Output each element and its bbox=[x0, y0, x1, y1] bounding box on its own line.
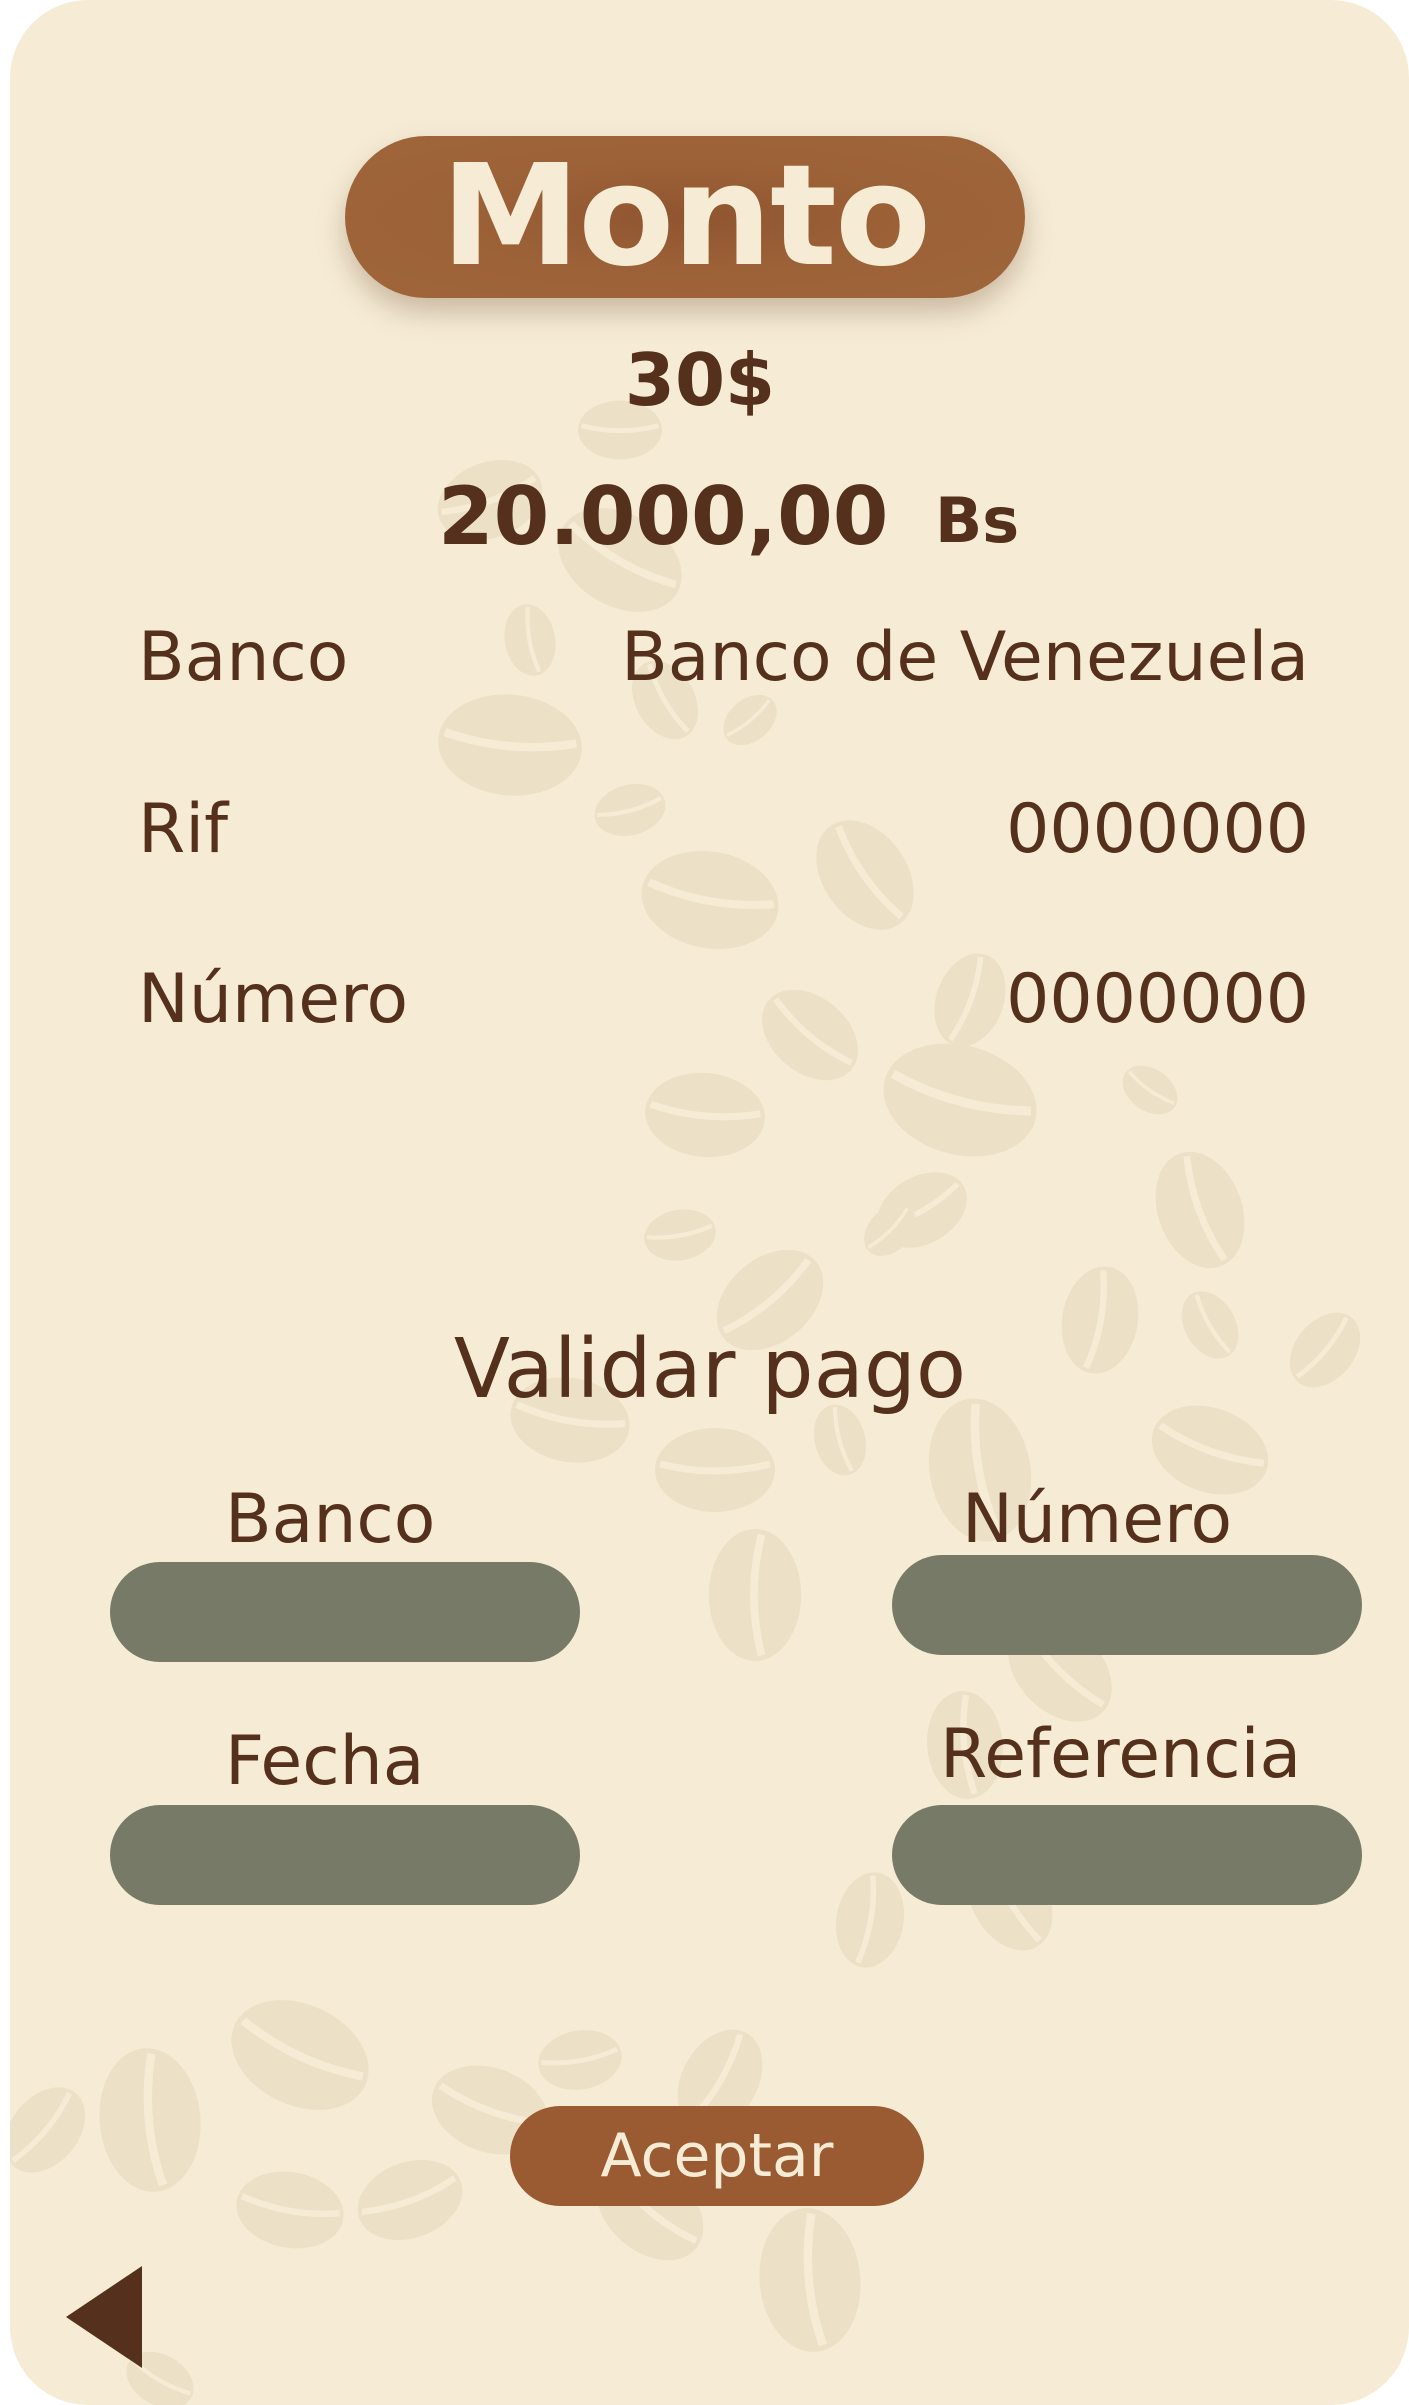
info-value-bank: Banco de Venezuela bbox=[621, 618, 1309, 697]
field-label-date: Fecha bbox=[225, 1722, 425, 1801]
field-label-bank: Banco bbox=[225, 1480, 436, 1559]
info-value-rif: 0000000 bbox=[1006, 790, 1309, 869]
info-value-number: 0000000 bbox=[1006, 960, 1309, 1039]
amount-bs-unit: Bs bbox=[935, 484, 1020, 557]
number-input[interactable] bbox=[892, 1555, 1362, 1655]
payment-card: Monto 30$ 20.000,00 Bs Banco Banco de Ve… bbox=[10, 0, 1409, 2405]
accept-button[interactable]: Aceptar bbox=[510, 2106, 924, 2206]
info-label-rif: Rif bbox=[138, 790, 229, 869]
validate-payment-title: Validar pago bbox=[453, 1322, 967, 1417]
amount-bs-value: 20.000,00 bbox=[438, 470, 889, 563]
field-label-number: Número bbox=[962, 1480, 1233, 1559]
amount-usd: 30$ bbox=[624, 338, 776, 422]
info-label-number: Número bbox=[138, 960, 409, 1039]
back-triangle-icon[interactable] bbox=[60, 2262, 150, 2372]
info-label-bank: Banco bbox=[138, 618, 349, 697]
reference-input[interactable] bbox=[892, 1805, 1362, 1905]
field-label-reference: Referencia bbox=[940, 1715, 1302, 1794]
date-input[interactable] bbox=[110, 1805, 580, 1905]
bank-input[interactable] bbox=[110, 1562, 580, 1662]
page-title: Monto bbox=[440, 135, 931, 298]
